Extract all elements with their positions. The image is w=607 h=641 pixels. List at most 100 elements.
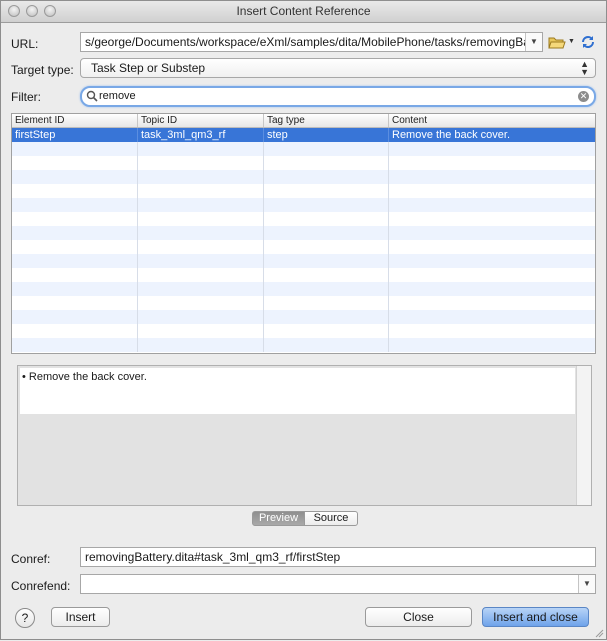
empty-cell [264, 296, 389, 310]
empty-cell [389, 310, 595, 324]
insert-and-close-button[interactable]: Insert and close [482, 607, 589, 627]
empty-cell [138, 170, 264, 184]
empty-cell [389, 240, 595, 254]
tab-source[interactable]: Source [304, 511, 358, 526]
empty-cell [389, 212, 595, 226]
empty-cell [389, 282, 595, 296]
empty-cell [12, 142, 138, 156]
empty-cell [12, 310, 138, 324]
filter-label: Filter: [11, 90, 41, 104]
preview-pane: • Remove the back cover. [17, 365, 592, 506]
empty-cell [389, 268, 595, 282]
empty-cell [12, 226, 138, 240]
conref-field[interactable]: removingBattery.dita#task_3ml_qm3_rf/fir… [80, 547, 596, 567]
empty-cell [12, 296, 138, 310]
preview-scrollbar[interactable] [576, 366, 591, 505]
target-type-select[interactable]: Task Step or Substep ▲ ▼ [80, 58, 596, 78]
url-dropdown-arrow-icon[interactable]: ▼ [525, 33, 542, 51]
empty-cell [389, 296, 595, 310]
empty-cell [138, 142, 264, 156]
results-table[interactable]: Element ID Topic ID Tag type Content fir… [11, 113, 596, 354]
select-arrows-icon: ▲ ▼ [580, 59, 589, 77]
empty-cell [138, 240, 264, 254]
preview-text: • Remove the back cover. [22, 371, 147, 383]
cell-topic-id: task_3ml_qm3_rf [138, 128, 264, 142]
table-empty-row [12, 282, 595, 296]
url-combo[interactable]: s/george/Documents/workspace/eXml/sample… [80, 32, 543, 52]
conref-label: Conref: [11, 552, 51, 566]
table-empty-row [12, 198, 595, 212]
empty-cell [389, 170, 595, 184]
empty-cell [12, 324, 138, 338]
empty-cell [264, 254, 389, 268]
table-empty-row [12, 212, 595, 226]
table-empty-row [12, 254, 595, 268]
browse-menu-arrow-icon[interactable]: ▼ [568, 34, 576, 50]
folder-open-icon[interactable] [548, 33, 566, 51]
empty-cell [138, 282, 264, 296]
empty-cell [138, 198, 264, 212]
tab-preview[interactable]: Preview [252, 511, 305, 526]
conref-value: removingBattery.dita#task_3ml_qm3_rf/fir… [85, 550, 341, 564]
empty-cell [138, 338, 264, 352]
column-header-element-id[interactable]: Element ID [12, 114, 138, 127]
table-empty-row [12, 310, 595, 324]
empty-cell [264, 338, 389, 352]
empty-cell [264, 226, 389, 240]
help-button[interactable]: ? [15, 608, 35, 628]
insert-button[interactable]: Insert [51, 607, 110, 627]
table-empty-row [12, 338, 595, 352]
table-empty-row [12, 142, 595, 156]
table-empty-row [12, 226, 595, 240]
empty-cell [12, 240, 138, 254]
empty-cell [264, 142, 389, 156]
target-type-value: Task Step or Substep [91, 61, 206, 75]
empty-cell [12, 338, 138, 352]
empty-cell [389, 254, 595, 268]
dialog-window: Insert Content Reference URL: s/george/D… [0, 0, 607, 640]
empty-cell [389, 324, 595, 338]
table-empty-row [12, 184, 595, 198]
url-label: URL: [11, 37, 39, 51]
empty-cell [389, 156, 595, 170]
conrefend-label: Conrefend: [11, 579, 71, 593]
table-empty-row [12, 240, 595, 254]
filter-search-input[interactable]: remove ✕ [80, 86, 596, 107]
magnifier-icon [86, 90, 98, 102]
empty-cell [264, 156, 389, 170]
column-header-topic-id[interactable]: Topic ID [138, 114, 264, 127]
empty-cell [264, 212, 389, 226]
table-empty-row [12, 156, 595, 170]
empty-cell [389, 184, 595, 198]
empty-cell [138, 226, 264, 240]
column-header-tag-type[interactable]: Tag type [264, 114, 389, 127]
empty-cell [138, 254, 264, 268]
clear-search-icon[interactable]: ✕ [578, 91, 589, 102]
empty-cell [138, 212, 264, 226]
conrefend-combo[interactable]: ▼ [80, 574, 596, 594]
conrefend-dropdown-arrow-icon[interactable]: ▼ [578, 575, 595, 593]
table-empty-row [12, 296, 595, 310]
empty-cell [389, 142, 595, 156]
empty-cell [389, 338, 595, 352]
empty-cell [12, 282, 138, 296]
resize-grip-icon[interactable] [594, 627, 604, 638]
empty-cell [264, 184, 389, 198]
cell-content: Remove the back cover. [392, 129, 511, 141]
table-empty-row [12, 268, 595, 282]
filter-value: remove [99, 90, 136, 102]
empty-cell [12, 268, 138, 282]
close-button[interactable]: Close [365, 607, 472, 627]
empty-cell [138, 296, 264, 310]
empty-cell [264, 310, 389, 324]
empty-cell [389, 226, 595, 240]
empty-cell [12, 184, 138, 198]
empty-cell [138, 268, 264, 282]
column-header-content[interactable]: Content [389, 114, 595, 127]
empty-cell [12, 156, 138, 170]
title-bar[interactable]: Insert Content Reference [1, 1, 606, 23]
reload-icon[interactable] [579, 33, 597, 51]
table-row[interactable]: firstStep task_3ml_qm3_rf step Remove th… [12, 128, 595, 142]
empty-cell [138, 156, 264, 170]
table-empty-row [12, 170, 595, 184]
